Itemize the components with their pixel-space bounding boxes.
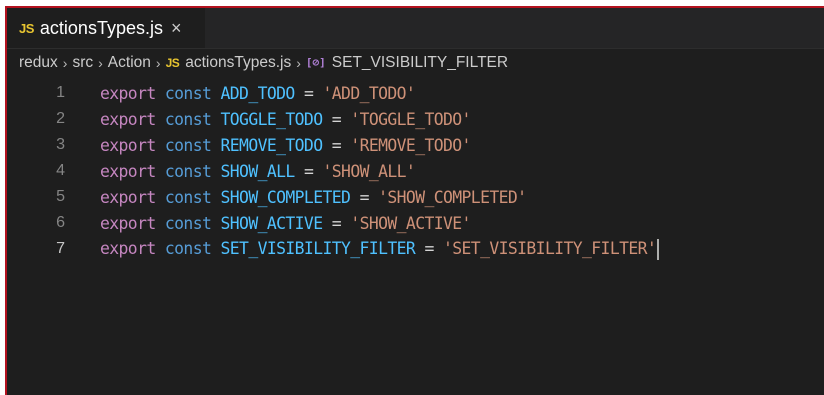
breadcrumb-file-label: actionsTypes.js (185, 54, 292, 71)
chevron-right-icon: › (296, 55, 301, 71)
constant-name: SHOW_ACTIVE (220, 213, 324, 233)
assignment-operator: = (424, 238, 434, 258)
breadcrumb-item-src[interactable]: src (72, 54, 93, 72)
keyword-const: const (164, 109, 212, 129)
code-line[interactable]: 1 export const ADD_TODO = 'ADD_TODO' (7, 80, 824, 106)
code-text: export const SHOW_COMPLETED = 'SHOW_COMP… (100, 187, 527, 207)
string-literal: 'SET_VISIBILITY_FILTER' (443, 238, 657, 258)
javascript-file-icon: JS (19, 20, 34, 36)
constant-name: ADD_TODO (220, 83, 296, 103)
keyword-export: export (100, 135, 156, 155)
keyword-const: const (164, 238, 212, 258)
code-line[interactable]: 4 export const SHOW_ALL = 'SHOW_ALL' (7, 158, 824, 184)
chevron-right-icon: › (62, 55, 68, 71)
constant-name: REMOVE_TODO (220, 135, 324, 155)
tab-bar: JS actionsTypes.js × (7, 8, 824, 49)
tab-label: actionsTypes.js (39, 17, 163, 38)
constant-name: SHOW_ALL (220, 161, 296, 181)
close-icon[interactable]: × (171, 18, 182, 39)
code-line[interactable]: 5 export const SHOW_COMPLETED = 'SHOW_CO… (7, 184, 824, 210)
string-literal: 'ADD_TODO' (322, 83, 416, 103)
code-line[interactable]: 2 export const TOGGLE_TODO = 'TOGGLE_TOD… (7, 106, 824, 132)
constant-name: TOGGLE_TODO (220, 109, 324, 129)
chevron-right-icon: › (155, 55, 161, 71)
line-number: 3 (56, 136, 65, 153)
breadcrumb-item-symbol[interactable]: [⊘] SET_VISIBILITY_FILTER (306, 54, 508, 72)
code-text: export const REMOVE_TODO = 'REMOVE_TODO' (100, 136, 471, 155)
assignment-operator: = (331, 213, 342, 233)
keyword-export: export (100, 109, 156, 129)
keyword-const: const (164, 161, 212, 181)
text-cursor (657, 238, 660, 260)
breadcrumb-item-redux[interactable]: redux (19, 54, 58, 72)
string-literal: 'TOGGLE_TODO' (350, 109, 471, 129)
code-text: export const TOGGLE_TODO = 'TOGGLE_TODO' (100, 110, 471, 129)
code-line[interactable]: 6 export const SHOW_ACTIVE = 'SHOW_ACTIV… (7, 210, 824, 236)
code-text: export const SHOW_ALL = 'SHOW_ALL' (100, 161, 416, 181)
line-number: 5 (56, 188, 65, 205)
code-text: export const ADD_TODO = 'ADD_TODO' (100, 83, 416, 103)
keyword-export: export (100, 83, 156, 103)
line-number: 6 (56, 214, 65, 231)
code-editor[interactable]: 1 export const ADD_TODO = 'ADD_TODO' 2 e… (7, 80, 824, 395)
keyword-const: const (164, 213, 212, 233)
keyword-const: const (164, 135, 212, 155)
line-number: 4 (56, 162, 65, 179)
keyword-export: export (100, 161, 156, 181)
assignment-operator: = (331, 135, 342, 155)
chevron-right-icon: › (98, 55, 103, 71)
breadcrumb: redux › src › Action › JS actionsTypes.js… (7, 48, 824, 78)
breadcrumb-item-action[interactable]: Action (108, 54, 151, 72)
keyword-export: export (100, 187, 156, 207)
string-literal: 'SHOW_ALL' (322, 161, 416, 181)
keyword-const: const (164, 83, 212, 103)
code-text: export const SHOW_ACTIVE = 'SHOW_ACTIVE' (100, 214, 471, 233)
code-line[interactable]: 3 export const REMOVE_TODO = 'REMOVE_TOD… (7, 132, 824, 158)
code-line-active[interactable]: 7 export const SET_VISIBILITY_FILTER = '… (7, 236, 824, 262)
assignment-operator: = (359, 187, 370, 207)
assignment-operator: = (303, 83, 314, 103)
breadcrumb-symbol-label: SET_VISIBILITY_FILTER (331, 54, 509, 71)
string-literal: 'SHOW_ACTIVE' (350, 213, 471, 233)
assignment-operator: = (331, 109, 342, 129)
code-text: export const SET_VISIBILITY_FILTER = 'SE… (100, 238, 660, 260)
line-number: 1 (56, 84, 65, 101)
breadcrumb-item-file[interactable]: JS actionsTypes.js (166, 54, 292, 72)
screenshot-frame: JS actionsTypes.js × redux › src › Actio… (0, 0, 824, 395)
assignment-operator: = (303, 161, 314, 181)
line-number: 7 (56, 240, 65, 257)
line-number: 2 (56, 110, 65, 127)
constant-name: SHOW_COMPLETED (220, 187, 351, 207)
string-literal: 'SHOW_COMPLETED' (378, 187, 527, 207)
variable-symbol-icon: [⊘] (305, 56, 326, 69)
string-literal: 'REMOVE_TODO' (350, 135, 471, 155)
keyword-const: const (164, 187, 212, 207)
javascript-file-icon: JS (165, 56, 180, 70)
constant-name: SET_VISIBILITY_FILTER (220, 238, 416, 258)
editor-window: JS actionsTypes.js × redux › src › Actio… (5, 6, 824, 395)
tab-actionstypes-js[interactable]: JS actionsTypes.js × (7, 8, 205, 48)
keyword-export: export (100, 213, 156, 233)
keyword-export: export (100, 238, 156, 258)
